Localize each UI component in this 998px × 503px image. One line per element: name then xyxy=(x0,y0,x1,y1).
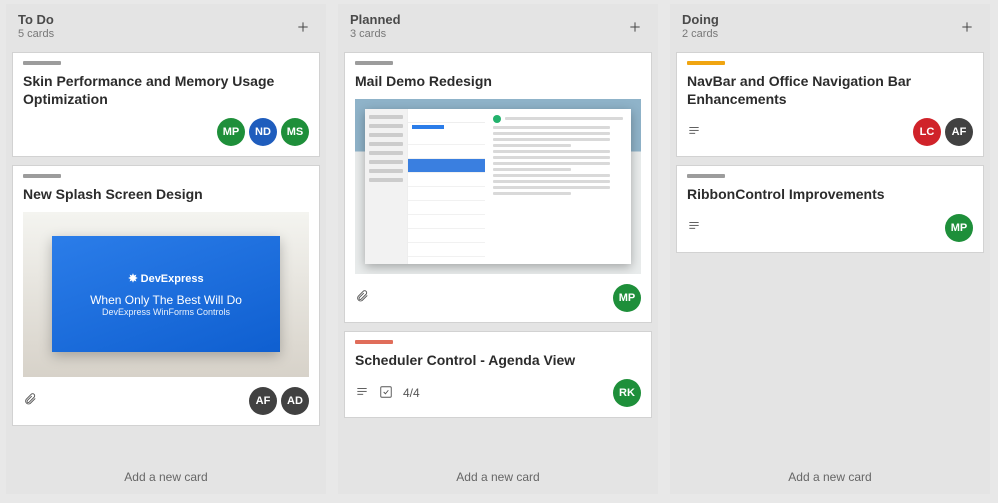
avatar[interactable]: MP xyxy=(613,284,641,312)
desc-icon xyxy=(687,124,701,141)
column-header: Doing 2 cards xyxy=(676,8,984,52)
card-stripe xyxy=(23,61,61,65)
card[interactable]: NavBar and Office Navigation Bar Enhance… xyxy=(676,52,984,157)
card-footer: LCAF xyxy=(687,118,973,146)
column-0: To Do 5 cards Skin Performance and Memor… xyxy=(6,4,326,494)
preview-tagline: When Only The Best Will Do xyxy=(90,293,242,307)
avatar[interactable]: AF xyxy=(249,387,277,415)
avatar[interactable]: RK xyxy=(613,379,641,407)
add-card-link[interactable]: Add a new card xyxy=(12,460,320,490)
column-2: Doing 2 cards NavBar and Office Navigati… xyxy=(670,4,990,494)
card[interactable]: Skin Performance and Memory Usage Optimi… xyxy=(12,52,320,157)
card-footer: AFAD xyxy=(23,387,309,415)
add-card-link[interactable]: Add a new card xyxy=(344,460,652,490)
card-list: Mail Demo Redesign MP Scheduler Control … xyxy=(344,52,652,460)
add-card-icon[interactable] xyxy=(292,16,314,38)
card-preview-mail xyxy=(355,99,641,274)
column-title: Planned xyxy=(350,12,401,28)
checklist-count: 4/4 xyxy=(403,386,420,400)
card[interactable]: Scheduler Control - Agenda View 4/4 RK xyxy=(344,331,652,419)
preview-brand: ✸ DevExpress xyxy=(128,272,203,285)
attach-icon xyxy=(355,289,369,306)
column-count: 3 cards xyxy=(350,28,401,42)
card-footer: MP xyxy=(355,284,641,312)
card-footer: MP xyxy=(687,214,973,242)
card-title: Skin Performance and Memory Usage Optimi… xyxy=(23,73,309,108)
column-title: Doing xyxy=(682,12,719,28)
card-title: RibbonControl Improvements xyxy=(687,186,973,204)
add-card-link[interactable]: Add a new card xyxy=(676,460,984,490)
desc-icon xyxy=(687,219,701,236)
avatar[interactable]: LC xyxy=(913,118,941,146)
avatar-group: AFAD xyxy=(249,387,309,415)
card-preview-splash: ✸ DevExpress When Only The Best Will Do … xyxy=(23,212,309,377)
card-title: NavBar and Office Navigation Bar Enhance… xyxy=(687,73,973,108)
add-card-icon[interactable] xyxy=(624,16,646,38)
column-1: Planned 3 cards Mail Demo Redesign MP Sc… xyxy=(338,4,658,494)
card-list: NavBar and Office Navigation Bar Enhance… xyxy=(676,52,984,460)
avatar-group: RK xyxy=(613,379,641,407)
card-title: Scheduler Control - Agenda View xyxy=(355,352,641,370)
card-stripe xyxy=(687,61,725,65)
card-stripe xyxy=(355,340,393,344)
avatar[interactable]: MP xyxy=(945,214,973,242)
avatar-group: MPNDMS xyxy=(217,118,309,146)
avatar-group: MP xyxy=(945,214,973,242)
desc-icon xyxy=(355,385,369,402)
card[interactable]: RibbonControl Improvements MP xyxy=(676,165,984,253)
card-stripe xyxy=(23,174,61,178)
kanban-board: To Do 5 cards Skin Performance and Memor… xyxy=(6,4,992,494)
avatar[interactable]: AD xyxy=(281,387,309,415)
card[interactable]: Mail Demo Redesign MP xyxy=(344,52,652,323)
add-card-icon[interactable] xyxy=(956,16,978,38)
avatar[interactable]: AF xyxy=(945,118,973,146)
avatar[interactable]: ND xyxy=(249,118,277,146)
avatar-group: MP xyxy=(613,284,641,312)
column-header: To Do 5 cards xyxy=(12,8,320,52)
card-footer: MPNDMS xyxy=(23,118,309,146)
check-icon xyxy=(379,385,393,402)
column-title: To Do xyxy=(18,12,54,28)
card-title: Mail Demo Redesign xyxy=(355,73,641,91)
avatar[interactable]: MP xyxy=(217,118,245,146)
card-stripe xyxy=(355,61,393,65)
card-title: New Splash Screen Design xyxy=(23,186,309,204)
column-header: Planned 3 cards xyxy=(344,8,652,52)
card[interactable]: New Splash Screen Design ✸ DevExpress Wh… xyxy=(12,165,320,426)
card-list: Skin Performance and Memory Usage Optimi… xyxy=(12,52,320,460)
column-count: 5 cards xyxy=(18,28,54,42)
preview-sub: DevExpress WinForms Controls xyxy=(102,307,230,317)
avatar[interactable]: MS xyxy=(281,118,309,146)
attach-icon xyxy=(23,392,37,409)
avatar-group: LCAF xyxy=(913,118,973,146)
card-stripe xyxy=(687,174,725,178)
card-footer: 4/4 RK xyxy=(355,379,641,407)
column-count: 2 cards xyxy=(682,28,719,42)
